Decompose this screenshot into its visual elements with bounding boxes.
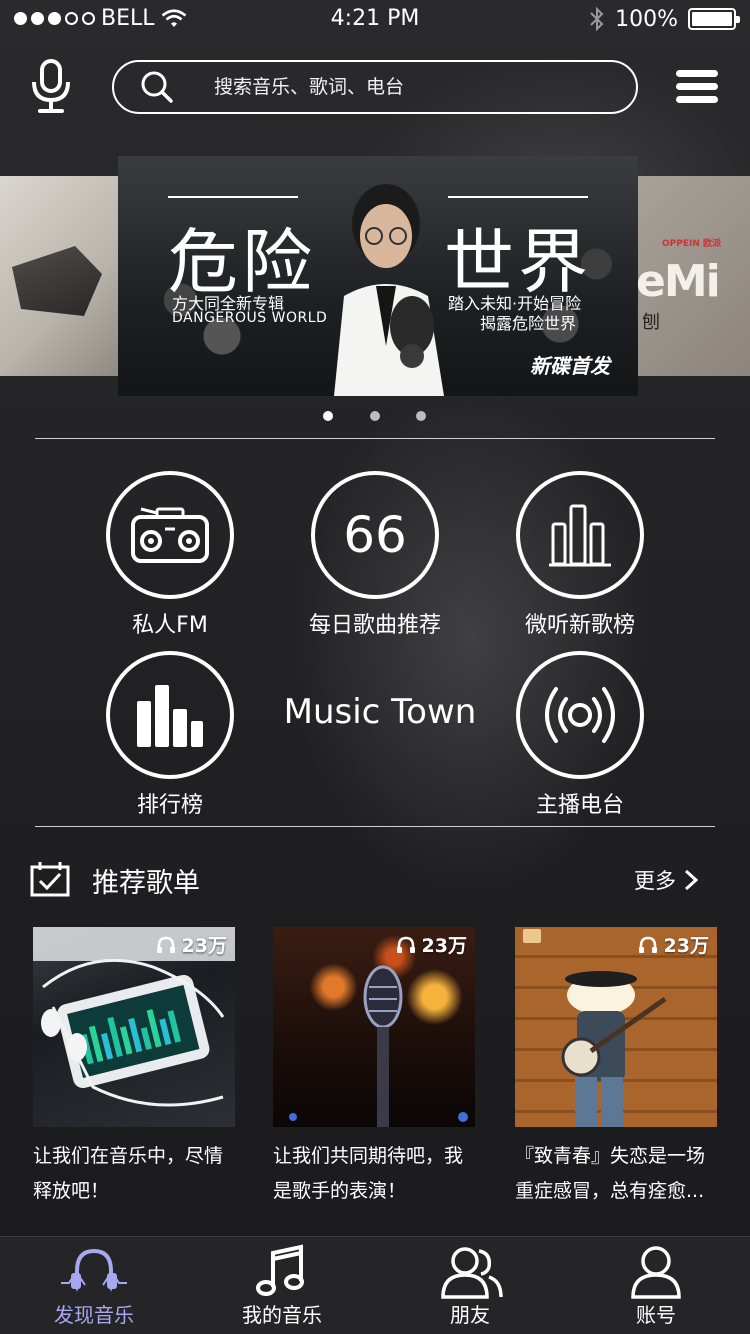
play-count: 23万 — [156, 931, 227, 958]
description-line: 『致青春』失恋是一场 — [515, 1145, 706, 1167]
headphones-icon — [61, 1248, 127, 1292]
description-line: 让我们在音乐中，尽情 — [33, 1145, 224, 1167]
headphones-icon — [156, 936, 175, 953]
playlist-cover[interactable]: 23万 — [515, 927, 717, 1127]
tab-label: 账号 — [636, 1303, 676, 1327]
charts-button[interactable] — [106, 651, 234, 779]
play-count: 23万 — [396, 931, 467, 958]
daily-label: 每日歌曲推荐 — [308, 613, 441, 638]
chart-bars-icon — [137, 685, 203, 747]
pager-dot[interactable] — [323, 411, 333, 421]
fm-label: 私人FM — [132, 613, 208, 638]
banner-line — [448, 196, 588, 198]
recommend-header: 推荐歌单 更多 — [0, 855, 750, 905]
banner-pager[interactable] — [0, 411, 750, 423]
divider — [35, 438, 715, 439]
feature-charts[interactable]: 排行榜 — [60, 651, 280, 819]
new-songs-button[interactable] — [516, 471, 644, 599]
playlist-description[interactable]: 让我们在音乐中，尽情 释放吧！ — [33, 1139, 235, 1209]
banner-tag: 新碟首发 — [530, 354, 610, 378]
chevron-right-icon — [684, 869, 698, 891]
tab-discover-music[interactable]: 发现音乐 — [0, 1237, 188, 1334]
piano-image — [12, 246, 102, 316]
banner-prev-slide[interactable] — [0, 176, 118, 376]
feature-fm[interactable]: 私人FM — [60, 471, 280, 639]
play-count-value: 23万 — [663, 935, 709, 957]
fm-button[interactable] — [106, 471, 234, 599]
search-icon — [141, 71, 173, 103]
headphones-icon — [396, 936, 415, 953]
description-line: 重症感冒，总有痊愈... — [515, 1180, 705, 1202]
next-slide-subtitle: 刨 — [642, 312, 660, 333]
status-right: 100% — [589, 6, 740, 32]
status-bar: BELL 4:21 PM 100% — [0, 0, 750, 40]
brand-logo: OPPEIN 欧派 — [662, 239, 722, 249]
next-slide-title: eMi — [638, 256, 721, 307]
bars-outline-icon — [549, 504, 611, 567]
playlist-card[interactable]: 23万 『致青春』失恋是一场 重症感冒，总有痊愈... — [515, 927, 717, 1209]
playlist-description[interactable]: 『致青春』失恋是一场 重症感冒，总有痊愈... — [515, 1139, 717, 1209]
banner-next-slide[interactable]: OPPEIN 欧派 eMi 刨 — [638, 176, 750, 376]
playlist-description[interactable]: 让我们共同期待吧，我 是歌手的表演！ — [273, 1139, 475, 1209]
search-input[interactable] — [214, 76, 594, 98]
tab-label: 发现音乐 — [54, 1303, 134, 1327]
tab-friends[interactable]: 朋友 — [376, 1237, 564, 1334]
feature-daily[interactable]: 66 每日歌曲推荐 — [265, 471, 485, 639]
feature-radio[interactable]: 主播电台 — [470, 651, 690, 819]
artist-image — [334, 184, 444, 396]
radio-station-label: 主播电台 — [535, 793, 624, 818]
new-songs-label: 微听新歌榜 — [524, 613, 635, 638]
account-icon — [631, 1246, 681, 1299]
banner-subtitle-right-2: 揭露危险世界 — [480, 314, 577, 333]
play-count: 23万 — [638, 931, 709, 958]
calendar-check-icon — [30, 862, 70, 897]
banner-subtitle-left-en: DANGEROUS WORLD — [172, 310, 328, 326]
banner-line — [168, 196, 298, 198]
description-line: 释放吧！ — [33, 1180, 110, 1202]
playlist-cover[interactable]: 23万 — [273, 927, 475, 1127]
description-line: 让我们共同期待吧，我 — [273, 1145, 464, 1167]
friends-icon — [441, 1247, 503, 1299]
banner-slide[interactable]: 危险 世界 方大同全新专辑 DANGEROUS WORLD 踏入未知·开始冒险 … — [118, 156, 638, 396]
description-line: 是歌手的表演！ — [273, 1180, 407, 1202]
microphone-icon[interactable] — [28, 58, 74, 114]
search-bar[interactable] — [112, 60, 638, 114]
tab-label: 朋友 — [450, 1303, 490, 1327]
music-town-title: Music Town — [283, 692, 477, 732]
tab-label: 我的音乐 — [242, 1303, 322, 1327]
headphones-icon — [638, 936, 657, 953]
daily-button[interactable]: 66 — [311, 471, 439, 599]
more-link[interactable]: 更多 — [634, 865, 698, 895]
pager-dot[interactable] — [370, 411, 380, 421]
radio-icon — [131, 507, 209, 563]
divider — [35, 826, 715, 827]
broadcast-icon — [545, 687, 615, 743]
playlist-card[interactable]: 23万 让我们在音乐中，尽情 释放吧！ — [33, 927, 235, 1209]
charts-label: 排行榜 — [136, 793, 203, 818]
tab-bar: 发现音乐 我的音乐 朋友 账号 — [0, 1236, 750, 1334]
more-label: 更多 — [634, 869, 676, 893]
calendar-number-icon: 66 — [343, 506, 407, 564]
music-note-icon — [256, 1244, 304, 1296]
tab-my-music[interactable]: 我的音乐 — [188, 1237, 376, 1334]
playlist-cover[interactable]: 23万 — [33, 927, 235, 1127]
battery-percent: 100% — [615, 6, 678, 32]
menu-icon[interactable] — [676, 70, 718, 106]
bluetooth-icon — [590, 6, 604, 32]
tab-account[interactable]: 账号 — [562, 1237, 750, 1334]
radio-station-button[interactable] — [516, 651, 644, 779]
play-count-value: 23万 — [181, 935, 227, 957]
pager-dot[interactable] — [416, 411, 426, 421]
battery-icon — [688, 8, 740, 30]
play-count-value: 23万 — [421, 935, 467, 957]
recommend-title: 推荐歌单 — [92, 868, 200, 899]
playlist-card[interactable]: 23万 让我们共同期待吧，我 是歌手的表演！ — [273, 927, 475, 1209]
feature-new-songs[interactable]: 微听新歌榜 — [470, 471, 690, 639]
